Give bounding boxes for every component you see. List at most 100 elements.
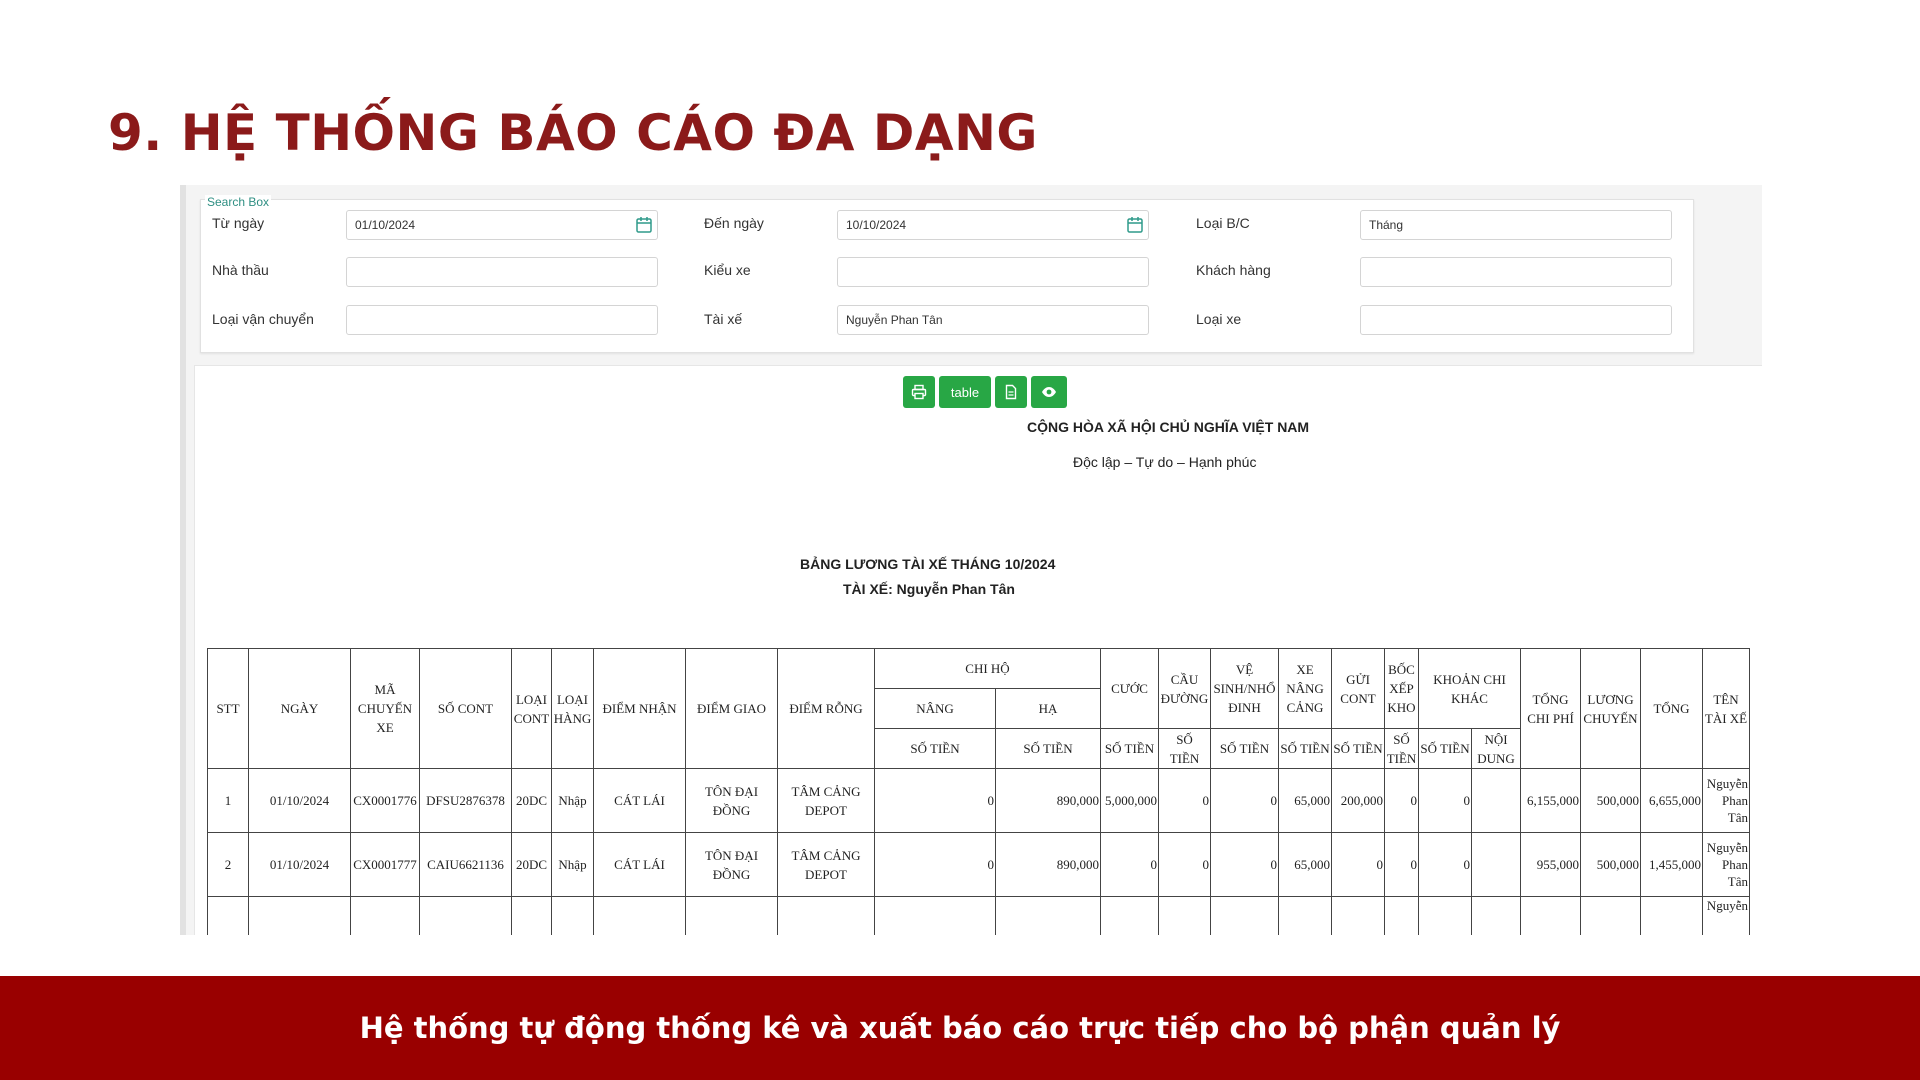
contractor-input[interactable] [346,257,658,287]
header-loai-cont: LOẠI CONT [511,648,552,769]
cell-noi-dung [1471,832,1521,897]
footer-caption: Hệ thống tự động thống kê và xuất báo cá… [359,1011,1561,1045]
cell-loai-hang: Nhập [551,768,594,833]
report-nation-heading: CỘNG HÒA XÃ HỘI CHỦ NGHĨA VIỆT NAM [1027,419,1310,435]
cell-khac-so-tien: 0 [1418,832,1472,897]
calendar-icon[interactable] [1126,216,1144,234]
to-date-input[interactable]: 10/10/2024 [837,210,1149,240]
cell-ve-sinh: 0 [1210,832,1279,897]
to-date-value: 10/10/2024 [846,218,907,232]
to-date-label: Đến ngày [704,215,764,231]
header-noi-dung: NỘI DUNG [1471,728,1521,769]
preview-button[interactable] [1031,376,1067,408]
transport-type-input[interactable] [346,305,658,335]
cell-tong: 1,455,000 [1640,832,1703,897]
cell-loai-cont [511,896,552,935]
cell-ngay: 01/10/2024 [248,832,351,897]
header-tong: TỔNG [1640,648,1703,769]
cell-loai-cont: 20DC [511,832,552,897]
cell-cuoc: 0 [1100,832,1159,897]
header-cuoc: CƯỚC [1100,648,1159,729]
cell-stt: 2 [207,832,249,897]
cell-stt: 1 [207,768,249,833]
header-so-tien: SỐ TIỀN [995,728,1101,769]
printer-icon [911,384,927,400]
cell-gui-cont: 0 [1331,832,1385,897]
cell-ten-tai-xe: Nguyễn [1702,896,1750,935]
table-row: Nguyễn [207,896,1750,935]
vehicle-style-label: Kiểu xe [704,262,751,278]
eye-icon [1042,387,1056,397]
header-so-tien: SỐ TIỀN [1418,728,1472,769]
cell-cau-duong: 0 [1158,832,1211,897]
driver-input[interactable]: Nguyễn Phan Tân [837,305,1149,335]
cell-loai-cont: 20DC [511,768,552,833]
from-date-value: 01/10/2024 [355,218,416,232]
cell-so-cont: CAIU6621136 [419,832,512,897]
cell-tong-chi-phi: 6,155,000 [1520,768,1581,833]
footer-banner: Hệ thống tự động thống kê và xuất báo cá… [0,976,1920,1080]
from-date-label: Từ ngày [212,215,265,231]
cell-loai-hang [551,896,594,935]
header-so-tien: SỐ TIỀN [1100,728,1159,769]
cell-luong-chuyen: 500,000 [1580,832,1641,897]
cell-diem-rong [777,896,875,935]
cell-noi-dung [1471,896,1521,935]
cell-ngay [248,896,351,935]
vehicle-type-input[interactable] [1360,305,1672,335]
report-title: BẢNG LƯƠNG TÀI XẾ THÁNG 10/2024 [800,556,1056,572]
cell-boc-xep-kho: 0 [1384,768,1419,833]
cell-nang: 0 [874,768,996,833]
cell-diem-giao: TÔN ĐẠI ĐỒNG [685,768,778,833]
search-box: Search Box Từ ngày 01/10/2024 Đến ngày 1… [200,195,1694,353]
report-driver-line: TÀI XẾ: Nguyễn Phan Tân [843,581,1015,597]
cell-tong [1640,896,1703,935]
header-so-tien: SỐ TIỀN [1384,728,1419,769]
report-type-select[interactable]: Tháng [1360,210,1672,240]
cell-cuoc: 5,000,000 [1100,768,1159,833]
cell-xe-nang-cang [1278,896,1332,935]
slide-title: 9. HỆ THỐNG BÁO CÁO ĐA DẠNG [108,104,1038,162]
report-screen: Search Box Từ ngày 01/10/2024 Đến ngày 1… [180,185,1762,935]
header-so-tien: SỐ TIỀN [1331,728,1385,769]
header-diem-giao: ĐIỂM GIAO [685,648,778,769]
header-xe-nang-cang: XE NÂNG CẢNG [1278,648,1332,729]
customer-input[interactable] [1360,257,1672,287]
cell-ha: 890,000 [995,832,1101,897]
header-luong-chuyen: LƯƠNG CHUYẾN [1580,648,1641,769]
cell-tong-chi-phi: 955,000 [1520,832,1581,897]
header-so-tien: SỐ TIỀN [1158,728,1211,769]
from-date-input[interactable]: 01/10/2024 [346,210,658,240]
cell-diem-rong: TÂM CẢNG DEPOT [777,832,875,897]
cell-ten-tai-xe: Nguyễn Phan Tân [1702,832,1750,897]
print-button[interactable] [903,376,935,408]
cell-ma-chuyen-xe [350,896,420,935]
salary-table: STT NGÀY MÃ CHUYẾN XE SỐ CONT LOẠI CONT … [207,648,1750,935]
cell-luong-chuyen [1580,896,1641,935]
cell-diem-nhan [593,896,686,935]
header-ngay: NGÀY [248,648,351,769]
cell-ve-sinh [1210,896,1279,935]
cell-so-cont: DFSU2876378 [419,768,512,833]
export-button[interactable] [995,376,1027,408]
cell-cau-duong: 0 [1158,768,1211,833]
cell-cau-duong [1158,896,1211,935]
cell-xe-nang-cang: 65,000 [1278,832,1332,897]
cell-diem-rong: TÂM CẢNG DEPOT [777,768,875,833]
header-boc-xep-kho: BỐC XẾP KHO [1384,648,1419,729]
table-button[interactable]: table [939,376,991,408]
vehicle-style-input[interactable] [837,257,1149,287]
report-type-label: Loại B/C [1196,215,1250,231]
header-so-tien: SỐ TIỀN [1210,728,1279,769]
header-diem-rong: ĐIỂM RỖNG [777,648,875,769]
driver-label: Tài xế [704,311,743,327]
cell-luong-chuyen: 500,000 [1580,768,1641,833]
cell-gui-cont: 200,000 [1331,768,1385,833]
cell-so-cont [419,896,512,935]
customer-label: Khách hàng [1196,262,1271,278]
calendar-icon[interactable] [635,216,653,234]
cell-ve-sinh: 0 [1210,768,1279,833]
header-ve-sinh: VỆ SINH/NHỔ ĐINH [1210,648,1279,729]
header-diem-nhan: ĐIỂM NHẬN [593,648,686,769]
header-ten-tai-xe: TÊN TÀI XẾ [1702,648,1750,769]
